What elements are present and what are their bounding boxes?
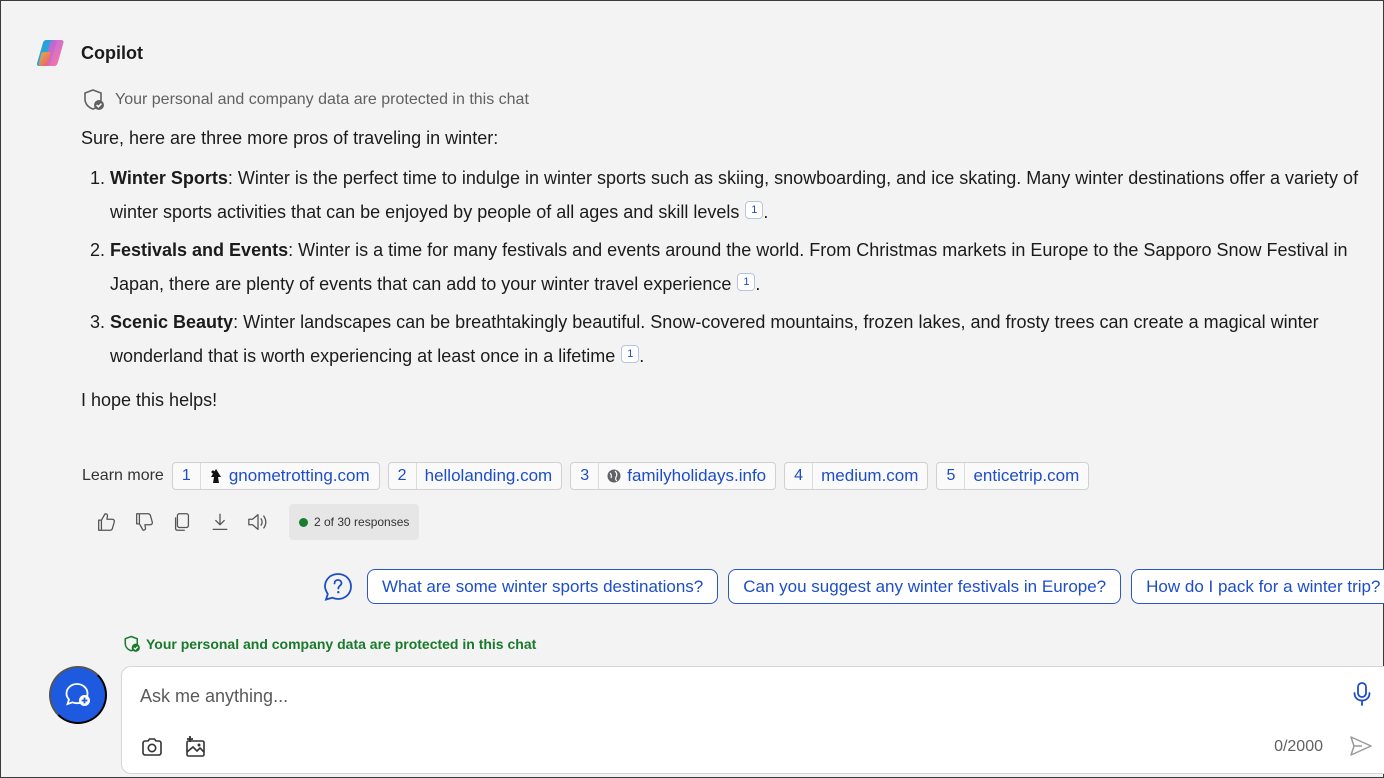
privacy-notice-bottom-text: Your personal and company data are prote… (146, 636, 537, 652)
copy-icon[interactable] (163, 505, 201, 539)
app-header: Copilot (35, 37, 143, 69)
thumbs-up-icon[interactable] (87, 505, 125, 539)
send-icon[interactable] (1349, 735, 1373, 762)
source-domain: familyholidays.info (627, 466, 767, 485)
source-domain: medium.com (821, 466, 919, 485)
list-item: Winter Sports: Winter is the perfect tim… (110, 161, 1371, 229)
suggestion-chip[interactable]: What are some winter sports destinations… (367, 569, 719, 604)
download-icon[interactable] (201, 505, 239, 539)
privacy-notice-bottom: Your personal and company data are prote… (123, 635, 536, 653)
add-image-icon[interactable] (184, 735, 208, 764)
suggestion-chip[interactable]: Can you suggest any winter festivals in … (728, 569, 1122, 604)
source-domain: gnometrotting.com (228, 466, 370, 485)
thumbs-down-icon[interactable] (125, 505, 163, 539)
question-bubble-icon (324, 572, 352, 601)
new-chat-icon (65, 683, 90, 706)
citation-badge[interactable]: 1 (737, 273, 756, 291)
source-number: 1 (173, 463, 201, 489)
source-link-gnometrotting[interactable]: 1 gnometrotting.com (171, 462, 380, 490)
source-link-hellolanding[interactable]: 2 hellolanding.com (387, 462, 563, 490)
source-link-familyholidays[interactable]: 3 familyholidays.info (570, 462, 777, 490)
source-number: 4 (785, 463, 814, 489)
speaker-icon[interactable] (239, 505, 277, 539)
camera-icon[interactable] (141, 737, 163, 762)
list-item-text: : Winter landscapes can be breathtakingl… (110, 312, 1319, 366)
list-item-text: : Winter is a time for many festivals an… (110, 240, 1348, 294)
assistant-response: Sure, here are three more pros of travel… (81, 121, 1371, 417)
microphone-icon[interactable] (1351, 681, 1373, 712)
list-item: Scenic Beauty: Winter landscapes can be … (110, 305, 1371, 373)
list-item-title: Festivals and Events (110, 240, 289, 260)
character-counter: 0/2000 (1274, 738, 1323, 755)
suggestion-chips: What are some winter sports destinations… (323, 569, 1384, 604)
copilot-logo-icon (36, 40, 64, 66)
privacy-notice-text: Your personal and company data are prote… (115, 91, 529, 108)
response-list: Winter Sports: Winter is the perfect tim… (110, 161, 1371, 373)
response-actions: 2 of 30 responses (87, 504, 420, 540)
globe-icon (607, 469, 621, 483)
citation-badge[interactable]: 1 (745, 201, 764, 219)
shield-check-icon (84, 89, 104, 110)
list-item: Festivals and Events: Winter is a time f… (110, 233, 1371, 301)
chat-composer: 0/2000 (121, 666, 1384, 774)
source-number: 5 (937, 463, 966, 489)
shield-check-icon (124, 635, 140, 652)
list-item-title: Winter Sports (110, 168, 228, 188)
citation-badge[interactable]: 1 (621, 345, 640, 363)
source-number: 3 (571, 463, 600, 489)
learn-more-bar: Learn more 1 gnometrotting.com 2 hellola… (82, 462, 1097, 490)
source-link-enticetrip[interactable]: 5 enticetrip.com (936, 462, 1090, 490)
source-number: 2 (389, 463, 417, 489)
list-item-title: Scenic Beauty (110, 312, 234, 332)
copilot-window: Copilot Your personal and company data a… (0, 0, 1384, 778)
app-title: Copilot (81, 42, 143, 63)
response-intro: Sure, here are three more pros of travel… (81, 128, 499, 148)
source-domain: enticetrip.com (973, 466, 1080, 485)
chat-input[interactable] (140, 683, 1320, 709)
privacy-notice: Your personal and company data are prote… (82, 88, 529, 112)
learn-more-label: Learn more (82, 467, 164, 484)
list-item-text: : Winter is the perfect time to indulge … (110, 168, 1359, 222)
suggestion-chip[interactable]: How do I pack for a winter trip? (1131, 569, 1384, 604)
new-topic-button[interactable] (49, 666, 107, 724)
response-closing: I hope this helps! (81, 390, 218, 410)
gnome-favicon-icon (209, 468, 223, 484)
response-counter-text: 2 of 30 responses (314, 515, 410, 529)
source-domain: hellolanding.com (424, 466, 553, 485)
response-counter: 2 of 30 responses (289, 504, 420, 540)
source-link-medium[interactable]: 4 medium.com (784, 462, 929, 490)
status-dot (299, 517, 308, 527)
